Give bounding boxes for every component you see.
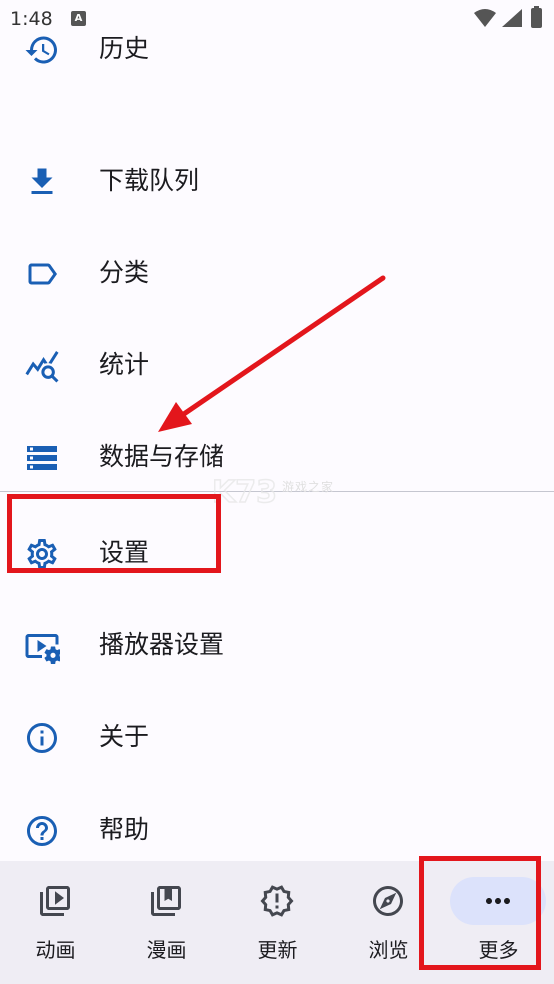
nav-label: 漫画 xyxy=(146,938,187,962)
menu-item-about[interactable]: 关于 xyxy=(0,692,554,784)
video-library-icon xyxy=(37,883,73,919)
menu-item-player-settings[interactable]: 播放器设置 xyxy=(0,600,554,692)
menu-item-label: 帮助 xyxy=(99,815,150,844)
menu-item-label: 设置 xyxy=(99,538,150,567)
book-library-icon xyxy=(148,883,184,919)
label-icon xyxy=(24,256,60,292)
menu-item-settings[interactable]: 设置 xyxy=(0,508,554,600)
svg-text:K73: K73 xyxy=(212,475,277,508)
nav-label: 更新 xyxy=(257,938,298,962)
menu-item-label: 分类 xyxy=(99,258,150,287)
nav-item-updates[interactable]: 更新 xyxy=(222,861,333,984)
nav-label: 动画 xyxy=(35,938,76,962)
menu-item-label: 播放器设置 xyxy=(99,630,225,659)
menu-item-label: 数据与存储 xyxy=(99,442,225,471)
menu-item-history[interactable]: 历史 xyxy=(0,4,554,96)
compass-icon xyxy=(370,883,406,919)
nav-item-manga[interactable]: 漫画 xyxy=(111,861,222,984)
help-icon xyxy=(24,813,60,849)
menu-item-download-queue[interactable]: 下载队列 xyxy=(0,136,554,228)
query-stats-icon xyxy=(24,348,60,384)
new-releases-icon xyxy=(259,883,295,919)
nav-item-more[interactable]: 更多 xyxy=(443,861,554,984)
watermark-text: 游戏之家 xyxy=(282,480,335,494)
nav-label: 更多 xyxy=(478,938,519,962)
download-icon xyxy=(24,164,60,200)
storage-icon xyxy=(24,440,60,476)
menu-item-label: 下载队列 xyxy=(99,166,200,195)
bottom-navigation: 动画 漫画 更新 浏览 更多 xyxy=(0,861,554,984)
history-icon xyxy=(24,32,60,68)
more-horiz-icon xyxy=(480,883,516,919)
nav-item-anime[interactable]: 动画 xyxy=(0,861,111,984)
info-icon xyxy=(24,720,60,756)
nav-label: 浏览 xyxy=(368,938,409,962)
menu-item-stats[interactable]: 统计 xyxy=(0,320,554,412)
menu-item-label: 关于 xyxy=(99,722,150,751)
video-settings-icon xyxy=(24,628,60,664)
watermark-logo: K73 xyxy=(212,474,278,508)
menu-item-categories[interactable]: 分类 xyxy=(0,228,554,320)
menu-item-label: 历史 xyxy=(99,34,150,63)
nav-item-browse[interactable]: 浏览 xyxy=(333,861,444,984)
gear-icon xyxy=(24,536,60,572)
menu-item-label: 统计 xyxy=(99,350,150,379)
